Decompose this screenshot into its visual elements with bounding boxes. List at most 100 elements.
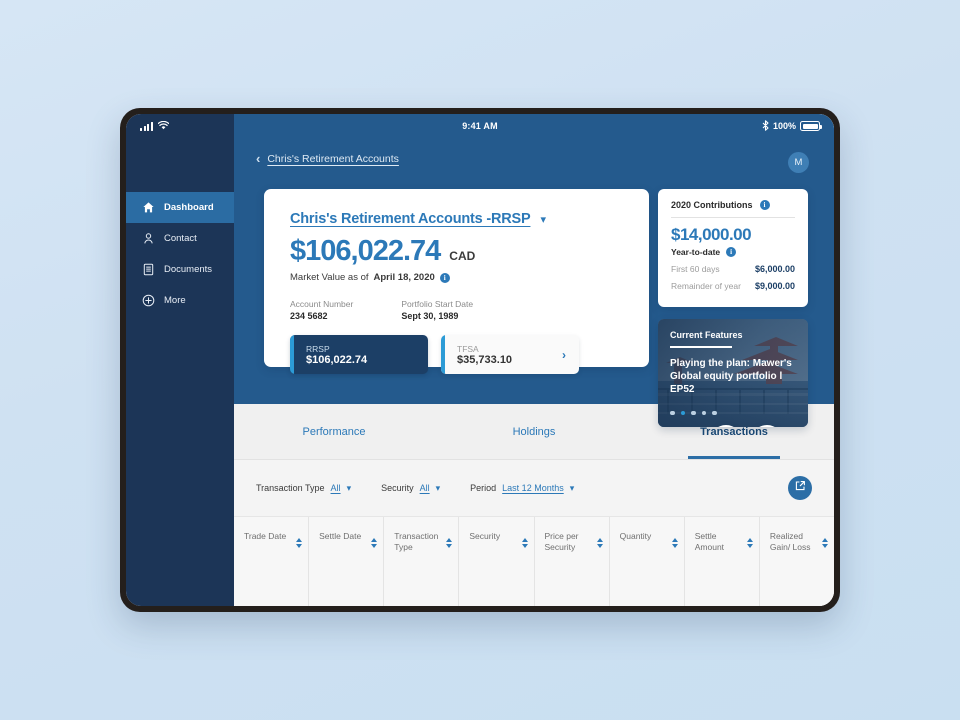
sidebar-item-label: Documents (164, 264, 213, 275)
status-bar-time: 9:41 AM (462, 121, 498, 131)
carousel-dot[interactable] (691, 410, 696, 415)
sidebar-item-label: Dashboard (164, 202, 214, 213)
carousel-dots[interactable] (670, 410, 717, 415)
sort-toggle-icon[interactable] (296, 538, 303, 548)
market-value-date: April 18, 2020 (373, 272, 435, 283)
filter-value[interactable]: All (331, 483, 341, 493)
carousel-dot[interactable] (701, 410, 706, 415)
tab-holdings[interactable]: Holdings (434, 404, 634, 459)
tab-performance[interactable]: Performance (234, 404, 434, 459)
sort-toggle-icon[interactable] (671, 538, 678, 548)
account-number-label: Account Number (290, 299, 354, 309)
breadcrumb[interactable]: ‹ Chris's Retirement Accounts (256, 152, 399, 165)
plus-circle-icon (142, 294, 155, 307)
status-bar-right: 100% (726, 119, 834, 133)
bluetooth-icon (762, 119, 769, 133)
carousel-dot[interactable] (712, 410, 717, 415)
sidebar-item-label: More (164, 295, 186, 306)
sidebar-item-documents[interactable]: Documents (126, 254, 234, 285)
document-icon (142, 263, 155, 276)
cellular-signal-icon (140, 121, 153, 131)
market-value-prefix: Market Value as of (290, 272, 369, 283)
portfolio-start-date-field: Portfolio Start Date Sept 30, 1989 (401, 299, 473, 321)
carousel-prev-button[interactable]: ‹ (710, 425, 742, 427)
row-value: $6,000.00 (754, 264, 795, 274)
sidebar-item-dashboard[interactable]: Dashboard (126, 192, 234, 223)
contributions-title: 2020 Contributions (671, 200, 753, 210)
column-header-security[interactable]: Security (459, 517, 535, 606)
sidebar-item-more[interactable]: More (126, 285, 234, 316)
account-title-row[interactable]: Chris's Retirement Accounts -RRSP ▾ (290, 211, 623, 227)
row-label: Remainder of year (671, 281, 741, 291)
account-chip-list: RRSP $106,022.74 TFSA $35,733.10 › (290, 335, 623, 374)
account-chip-rrsp[interactable]: RRSP $106,022.74 (290, 335, 428, 374)
market-value-line: Market Value as of April 18, 2020 i (290, 272, 623, 283)
breadcrumb-label[interactable]: Chris's Retirement Accounts (267, 153, 399, 165)
divider (671, 217, 795, 218)
filter-period[interactable]: Period Last 12 Months ▾ (470, 483, 574, 494)
filter-value[interactable]: Last 12 Months (502, 483, 564, 493)
sidebar-navigation: Dashboard Contact Documents More (126, 114, 234, 606)
info-icon[interactable]: i (759, 200, 770, 210)
portfolio-start-date-value: Sept 30, 1989 (401, 311, 459, 321)
sort-toggle-icon[interactable] (746, 538, 753, 548)
column-header-realized-gain-loss[interactable]: Realized Gain/ Loss (760, 517, 834, 606)
filter-bar: Transaction Type All ▾ Security All ▾ Pe… (234, 460, 834, 516)
account-chip-tfsa[interactable]: TFSA $35,733.10 › (441, 335, 579, 374)
sort-toggle-icon[interactable] (596, 538, 603, 548)
chevron-down-icon[interactable]: ▾ (347, 483, 352, 494)
account-title[interactable]: Chris's Retirement Accounts -RRSP (290, 211, 531, 227)
filter-transaction-type[interactable]: Transaction Type All ▾ (256, 483, 351, 494)
transactions-table-header: Trade Date Settle Date Transaction Type … (234, 516, 834, 606)
feature-body: Playing the plan: Mawer's Global equity … (670, 358, 792, 396)
wifi-icon (157, 120, 169, 132)
contributions-row-remainder-of-year: Remainder of year $9,000.00 (671, 281, 795, 291)
sidebar-item-label: Contact (164, 233, 197, 244)
status-bar-left (126, 120, 234, 132)
chevron-left-icon[interactable]: ‹ (256, 152, 260, 165)
chevron-down-icon[interactable]: ▾ (436, 483, 441, 494)
column-label: Settle Amount (694, 531, 725, 553)
avatar[interactable]: M (788, 152, 809, 173)
filter-label: Transaction Type (256, 483, 325, 493)
info-icon[interactable]: i (726, 247, 737, 257)
export-button[interactable] (788, 476, 812, 500)
account-meta-row: Account Number 234 5682 Portfolio Start … (290, 299, 623, 321)
chip-value: $106,022.74 (306, 353, 368, 366)
contributions-title-row: 2020 Contributions i (671, 200, 795, 210)
carousel-dot[interactable] (670, 410, 675, 415)
current-features-card[interactable]: Current Features Playing the plan: Mawer… (658, 319, 808, 427)
chevron-down-icon[interactable]: ▾ (540, 213, 546, 226)
column-header-quantity[interactable]: Quantity (610, 517, 685, 606)
carousel-next-button[interactable]: › (751, 425, 783, 427)
column-header-settle-date[interactable]: Settle Date (309, 517, 385, 606)
carousel-dot-active[interactable] (680, 410, 685, 415)
feature-title: Current Features (670, 330, 743, 340)
chevron-down-icon[interactable]: ▾ (570, 483, 575, 494)
sort-toggle-icon[interactable] (521, 538, 528, 548)
column-label: Price per Security (544, 531, 579, 553)
contributions-amount: $14,000.00 (671, 225, 752, 244)
filter-label: Security (381, 483, 414, 493)
chip-name: RRSP (306, 343, 330, 354)
contributions-card: 2020 Contributions i $14,000.00 Year-to-… (658, 189, 808, 307)
column-label: Trade Date (244, 531, 287, 541)
person-icon (142, 232, 155, 245)
status-bar: 9:41 AM 100% (126, 114, 834, 138)
column-header-price-per-security[interactable]: Price per Security (535, 517, 610, 606)
chevron-right-icon[interactable]: › (562, 348, 566, 362)
account-summary-card: Chris's Retirement Accounts -RRSP ▾ $106… (264, 189, 697, 374)
info-icon[interactable]: i (439, 272, 450, 283)
external-link-icon (794, 479, 806, 497)
column-header-settle-amount[interactable]: Settle Amount (685, 517, 760, 606)
column-header-trade-date[interactable]: Trade Date (234, 517, 310, 606)
filter-security[interactable]: Security All ▾ (381, 483, 440, 494)
currency-label: CAD (449, 249, 476, 263)
avatar-initial: M (794, 157, 803, 168)
column-header-transaction-type[interactable]: Transaction Type (384, 517, 460, 606)
sort-toggle-icon[interactable] (446, 538, 453, 548)
filter-value[interactable]: All (420, 483, 430, 493)
sort-toggle-icon[interactable] (371, 538, 378, 548)
sort-toggle-icon[interactable] (822, 538, 828, 548)
sidebar-item-contact[interactable]: Contact (126, 223, 234, 254)
